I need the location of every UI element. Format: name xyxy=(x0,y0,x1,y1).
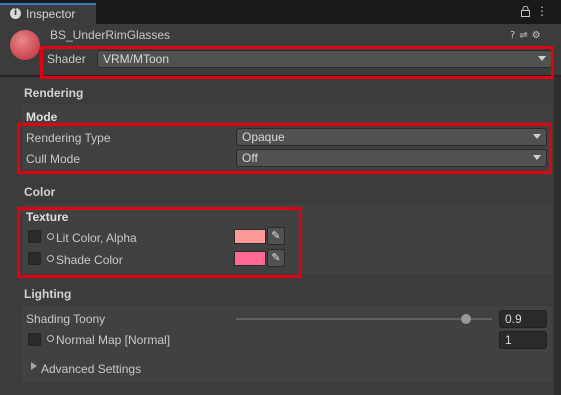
lit-color-swatch[interactable] xyxy=(234,229,266,244)
shade-color-label: Shade Color xyxy=(56,253,123,267)
eyedropper-icon[interactable]: ✎ xyxy=(267,227,285,245)
section-lighting: Lighting xyxy=(24,287,72,301)
cull-mode-label: Cull Mode xyxy=(26,152,81,166)
material-icon xyxy=(10,30,40,60)
object-picker-icon[interactable] xyxy=(47,335,54,342)
shader-label: Shader xyxy=(47,52,86,66)
shade-color-swatch[interactable] xyxy=(234,251,266,266)
presets-icon[interactable]: ⇌ xyxy=(519,30,527,41)
chevron-down-icon xyxy=(533,134,541,139)
shader-value: VRM/MToon xyxy=(103,52,170,66)
lit-color-texture-slot[interactable] xyxy=(28,230,41,243)
normal-map-label: Normal Map [Normal] xyxy=(56,333,171,347)
rendering-type-label: Rendering Type xyxy=(26,131,111,145)
shading-toony-label: Shading Toony xyxy=(26,312,106,326)
chevron-down-icon xyxy=(533,155,541,160)
object-picker-icon[interactable] xyxy=(47,255,54,262)
rendering-type-value: Opaque xyxy=(242,130,285,144)
tab-inspector[interactable]: i Inspector xyxy=(0,3,96,24)
chevron-down-icon xyxy=(538,56,546,61)
shading-toony-field[interactable]: 0.9 xyxy=(499,310,547,328)
mode-title: Mode xyxy=(26,110,58,124)
kebab-menu-icon[interactable]: ⋮ xyxy=(536,5,548,17)
shader-dropdown[interactable]: VRM/MToon xyxy=(97,50,552,68)
gear-icon[interactable]: ⚙ xyxy=(532,30,541,41)
shading-toony-slider-track[interactable] xyxy=(236,318,492,320)
lock-icon[interactable] xyxy=(521,6,530,17)
section-rendering: Rendering xyxy=(24,86,84,100)
tab-label: Inspector xyxy=(26,7,76,21)
cull-mode-dropdown[interactable]: Off xyxy=(236,149,547,167)
foldout-arrow-icon[interactable] xyxy=(31,362,37,370)
advanced-settings-foldout[interactable]: Advanced Settings xyxy=(41,362,141,376)
rendering-type-dropdown[interactable]: Opaque xyxy=(236,128,547,146)
scrollbar[interactable] xyxy=(554,77,561,395)
help-icon[interactable]: ? xyxy=(510,30,515,41)
cull-mode-value: Off xyxy=(242,151,258,165)
normal-map-texture-slot[interactable] xyxy=(28,333,41,346)
normal-map-scale-field[interactable]: 1 xyxy=(499,331,547,349)
lit-color-label: Lit Color, Alpha xyxy=(56,231,137,245)
info-icon: i xyxy=(10,8,21,19)
header-icons: ? ⇌ ⚙ xyxy=(510,30,545,41)
eyedropper-icon[interactable]: ✎ xyxy=(267,249,285,267)
object-picker-icon[interactable] xyxy=(47,233,54,240)
inspector-header: BS_UnderRimGlasses ? ⇌ ⚙ Shader VRM/MToon xyxy=(0,24,561,76)
texture-title: Texture xyxy=(26,210,69,224)
shade-color-texture-slot[interactable] xyxy=(28,252,41,265)
section-color: Color xyxy=(24,185,56,199)
object-name: BS_UnderRimGlasses xyxy=(50,28,171,42)
